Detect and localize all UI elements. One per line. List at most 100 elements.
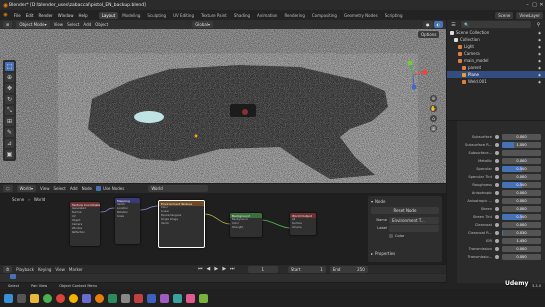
socket-dot-icon[interactable]	[495, 143, 499, 147]
tab-geometry-nodes[interactable]: Geometry Nodes	[341, 12, 381, 19]
app-icon-6[interactable]	[160, 293, 169, 303]
minimize-icon[interactable]: –	[524, 2, 531, 9]
cursor-tool-icon[interactable]: ⊕	[5, 73, 14, 82]
transform-tool-icon[interactable]: ⊞	[5, 117, 14, 126]
outliner-item[interactable]: Camera ◉	[447, 50, 545, 57]
property-value-field[interactable]: 0.000	[502, 134, 541, 140]
properties-panel-title[interactable]: Properties	[375, 251, 395, 256]
app-icon-9[interactable]	[199, 293, 208, 303]
viewport-3d[interactable]: ⊞ Object Mode ▾ View Select Add Object G…	[0, 20, 446, 183]
tab-scripting[interactable]: Scripting	[382, 12, 406, 19]
shader-node-editor[interactable]: ⬡ World ▾ View Select Add Node Use Nodes…	[0, 184, 446, 264]
visibility-eye-icon[interactable]: ◉	[538, 73, 541, 77]
transform-orientation[interactable]: Global ▾	[192, 21, 213, 28]
socket-dot-icon[interactable]	[495, 135, 499, 139]
maximize-icon[interactable]: □	[531, 2, 538, 9]
mode-selector[interactable]: Object Mode ▾	[16, 21, 50, 28]
jump-end-icon[interactable]: ⏭	[229, 266, 236, 273]
socket-dot-icon[interactable]	[495, 199, 499, 203]
tab-compositing[interactable]: Compositing	[309, 12, 340, 19]
menu-window[interactable]: Window	[58, 13, 74, 18]
property-value-field[interactable]: 0.000	[502, 246, 541, 252]
timeline-ruler[interactable]	[0, 274, 446, 282]
chrome-icon-2[interactable]	[56, 293, 65, 303]
options-button[interactable]: Options	[418, 31, 440, 38]
socket-dot-icon[interactable]	[495, 215, 499, 219]
viewport-menu-object[interactable]: Object	[95, 22, 108, 27]
prev-key-icon[interactable]: ◀	[205, 266, 212, 273]
start-frame-field[interactable]: Start 1	[287, 265, 326, 273]
current-frame-field[interactable]: 1	[247, 265, 278, 273]
visibility-eye-icon[interactable]: ◉	[538, 38, 541, 42]
search-icon[interactable]	[17, 293, 26, 303]
property-value-field[interactable]: 0.500	[502, 166, 541, 172]
node-name-field[interactable]: Environment T...	[389, 216, 439, 224]
viewport-menu-view[interactable]: View	[54, 22, 64, 27]
property-value-field[interactable]: 0.000	[502, 158, 541, 164]
property-value-field[interactable]: 1.000	[502, 142, 541, 148]
socket-dot-icon[interactable]	[495, 151, 499, 155]
app-icon-4[interactable]	[134, 293, 143, 303]
node-environment-texture[interactable]: Environment Texture Color Linear Equirecta…	[158, 200, 205, 248]
socket-dot-icon[interactable]	[495, 255, 499, 259]
outliner-item[interactable]: Scene Collection ◉	[447, 29, 545, 36]
timeline-menu-keying[interactable]: Keying	[38, 267, 51, 272]
socket-dot-icon[interactable]	[495, 183, 499, 187]
property-value-field[interactable]: 0.000	[502, 190, 541, 196]
property-value-field[interactable]: 1.450	[502, 238, 541, 244]
blender-menu-icon[interactable]: ◉	[2, 12, 9, 19]
chrome-icon[interactable]	[43, 293, 52, 303]
timeline-menu-view[interactable]: View	[55, 267, 65, 272]
blender-taskbar-icon[interactable]	[95, 293, 104, 303]
viewport-menu-add[interactable]: Add	[83, 22, 91, 27]
menu-file[interactable]: File	[14, 13, 21, 18]
close-icon[interactable]: ✕	[538, 2, 545, 9]
play-icon[interactable]: ▶	[213, 266, 220, 273]
timeline-editor-icon[interactable]: ⏱	[3, 265, 13, 273]
start-icon[interactable]	[4, 293, 13, 303]
app-icon[interactable]	[82, 293, 91, 303]
tab-layout[interactable]: Layout	[98, 11, 119, 19]
app-icon-8[interactable]	[186, 293, 195, 303]
socket-dot-icon[interactable]	[495, 231, 499, 235]
timeline-menu-playback[interactable]: Playback	[16, 267, 34, 272]
ortho-toggle-icon[interactable]: ▦	[430, 125, 437, 132]
end-frame-field[interactable]: End 250	[329, 265, 368, 273]
socket-dot-icon[interactable]	[495, 191, 499, 195]
outliner-editor-icon[interactable]: ☰	[450, 21, 457, 28]
socket-dot-icon[interactable]	[495, 239, 499, 243]
viewlayer-selector[interactable]: ViewLayer	[516, 11, 543, 19]
editor-type-button[interactable]: ⊞	[3, 21, 13, 28]
node-background[interactable]: Background Background Color Strength	[230, 213, 262, 237]
property-value-field[interactable]: 0.000	[502, 254, 541, 260]
select-tool-icon[interactable]: ⬚	[5, 62, 14, 71]
outliner-item[interactable]: Collection ◉	[447, 36, 545, 43]
visibility-eye-icon[interactable]: ◉	[538, 66, 541, 70]
outliner-search[interactable]: 🔍	[461, 21, 531, 28]
tab-shading[interactable]: Shading	[231, 12, 253, 19]
property-value-field[interactable]	[502, 150, 541, 156]
app-icon-7[interactable]	[173, 293, 182, 303]
menu-render[interactable]: Render	[38, 13, 52, 18]
socket-dot-icon[interactable]	[495, 167, 499, 171]
reset-node-button[interactable]: Reset Node	[371, 207, 439, 214]
viewport-shading-rendered[interactable]: ◐	[433, 21, 443, 28]
tab-uv-editing[interactable]: UV Editing	[170, 12, 197, 19]
app-icon-3[interactable]	[121, 293, 130, 303]
app-icon-5[interactable]	[147, 293, 156, 303]
navigation-gizmo[interactable]	[398, 60, 428, 90]
socket-dot-icon[interactable]	[495, 223, 499, 227]
socket-dot-icon[interactable]	[495, 159, 499, 163]
scene-selector[interactable]: Scene	[495, 11, 514, 19]
node-mapping[interactable]: Mapping Vector Location Rotation Scale	[115, 198, 140, 244]
tab-sculpting[interactable]: Sculpting	[144, 12, 169, 19]
app-icon-2[interactable]	[108, 293, 117, 303]
node-world-output[interactable]: World Output All Surface Volume	[290, 213, 316, 235]
chrome-icon-3[interactable]	[69, 293, 78, 303]
tab-rendering[interactable]: Rendering	[281, 12, 307, 19]
outliner-item[interactable]: Weld.001 ◉	[447, 78, 545, 85]
property-value-field[interactable]: 0.030	[502, 230, 541, 236]
node-texture-coordinate[interactable]: Texture Coordinate Generated Normal UV Obje…	[70, 202, 100, 246]
socket-dot-icon[interactable]	[495, 175, 499, 179]
visibility-eye-icon[interactable]: ◉	[538, 52, 541, 56]
